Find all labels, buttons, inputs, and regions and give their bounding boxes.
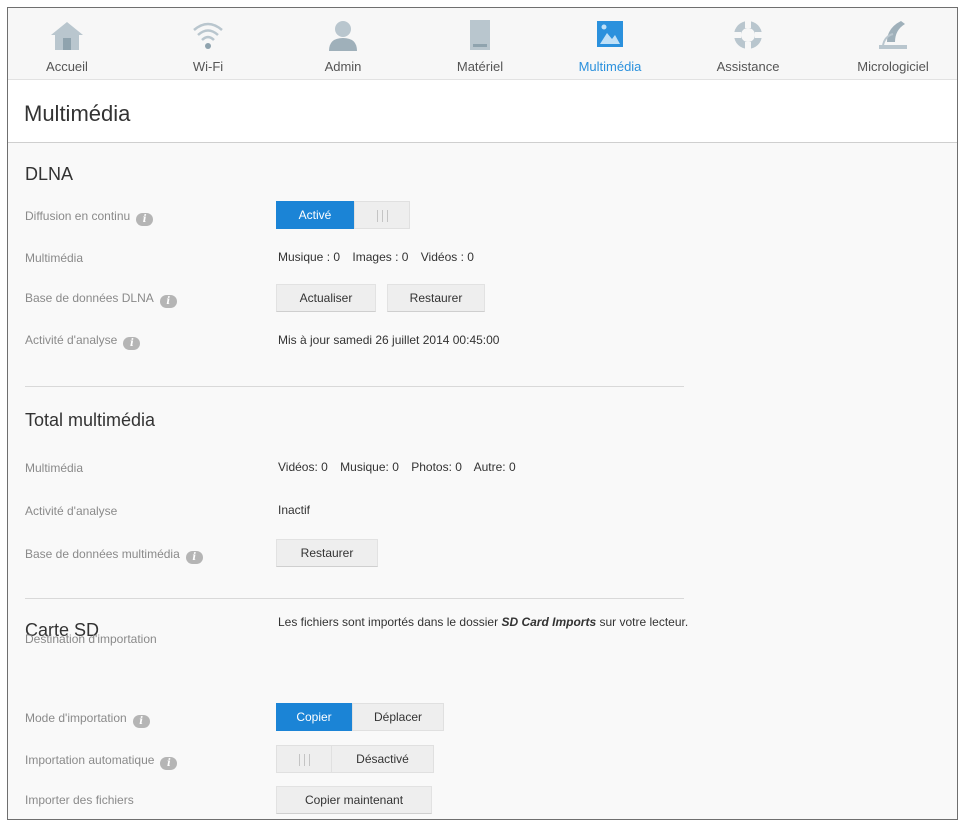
firmware-icon [879,21,907,49]
nav-label: Multimédia [578,59,642,74]
sd-import-label: Importer des fichiers [25,793,134,807]
toggle-grip[interactable] [276,745,332,773]
info-icon[interactable]: i [159,295,177,308]
nav-label: Accueil [46,59,88,74]
nav-assistance[interactable]: Assistance [703,8,793,80]
nav-multimedia[interactable]: Multimédia [565,8,655,80]
streaming-toggle[interactable]: Activé [276,201,410,229]
app-window: Accueil Wi-Fi Admin Matériel Multimédia … [7,7,958,820]
toggle-off-segment[interactable]: Désactivé [332,745,434,773]
other-count: Autre: 0 [473,460,516,474]
sd-dest-text: Les fichiers sont importés dans le dossi… [278,615,689,629]
info-icon[interactable]: i [123,337,141,350]
photos-count: Photos: 0 [411,460,462,474]
total-restore-button[interactable]: Restaurer [276,539,378,567]
info-icon[interactable]: i [132,715,150,728]
images-count: Images : 0 [352,250,409,264]
mode-copy-option[interactable]: Copier [276,703,352,731]
copy-now-button[interactable]: Copier maintenant [276,786,432,814]
sd-folder-name: SD Card Imports [501,615,597,629]
section-divider [25,386,684,387]
dlna-restore-button[interactable]: Restaurer [387,284,485,312]
total-scan-value: Inactif [278,503,311,517]
toggle-on-segment[interactable]: Activé [276,201,354,229]
nav-label: Micrologiciel [857,59,929,74]
nav-label: Wi-Fi [192,59,224,74]
nav-accueil[interactable]: Accueil [22,8,112,80]
nav-materiel[interactable]: Matériel [435,8,525,80]
top-navigation: Accueil Wi-Fi Admin Matériel Multimédia … [8,8,957,80]
mode-move-option[interactable]: Déplacer [352,703,444,731]
hardware-icon [470,20,490,50]
videos-count: Vidéos : 0 [420,250,474,264]
sd-mode-label: Mode d'importation i [25,711,150,728]
total-media-label: Multimédia [25,461,84,475]
total-scan-label: Activité d'analyse [25,504,118,518]
content-area [8,143,957,819]
total-media-counts: Vidéos: 0 Musique: 0 Photos: 0 Autre: 0 [278,460,525,474]
sd-dest-label: Destination d'importation [25,632,157,646]
dlna-scan-label: Activité d'analyse i [25,333,141,350]
videos-count: Vidéos: 0 [278,460,328,474]
import-mode-toggle[interactable]: Copier Déplacer [276,703,444,731]
sd-auto-label: Importation automatique i [25,753,178,770]
section-title-total: Total multimédia [25,410,156,430]
music-count: Musique : 0 [278,250,341,264]
home-icon [51,22,83,50]
nav-label: Assistance [716,59,780,74]
page-title: Multimédia [24,101,131,126]
info-icon[interactable]: i [185,551,203,564]
dlna-scan-value: Mis à jour samedi 26 juillet 2014 00:45:… [278,333,500,347]
dlna-media-counts: Musique : 0 Images : 0 Vidéos : 0 [278,250,483,264]
wifi-icon [193,22,223,49]
toggle-grip[interactable] [354,201,410,229]
auto-import-toggle[interactable]: Désactivé [276,745,434,773]
dlna-db-label: Base de données DLNA i [25,291,177,308]
streaming-label: Diffusion en continu i [25,209,154,226]
section-title-dlna: DLNA [25,164,74,184]
section-divider [25,598,684,599]
refresh-button[interactable]: Actualiser [276,284,376,312]
nav-label: Matériel [456,59,504,74]
lifebuoy-icon [734,21,762,49]
nav-label: Admin [324,59,362,74]
music-count: Musique: 0 [340,460,399,474]
nav-micrologiciel[interactable]: Micrologiciel [840,8,946,80]
dlna-media-label: Multimédia [25,251,84,265]
admin-user-icon [329,21,357,51]
nav-wifi[interactable]: Wi-Fi [163,8,253,80]
info-icon[interactable]: i [160,757,178,770]
info-icon[interactable]: i [136,213,154,226]
multimedia-icon [597,21,623,47]
nav-admin[interactable]: Admin [298,8,388,80]
total-db-label: Base de données multimédia i [25,547,203,564]
